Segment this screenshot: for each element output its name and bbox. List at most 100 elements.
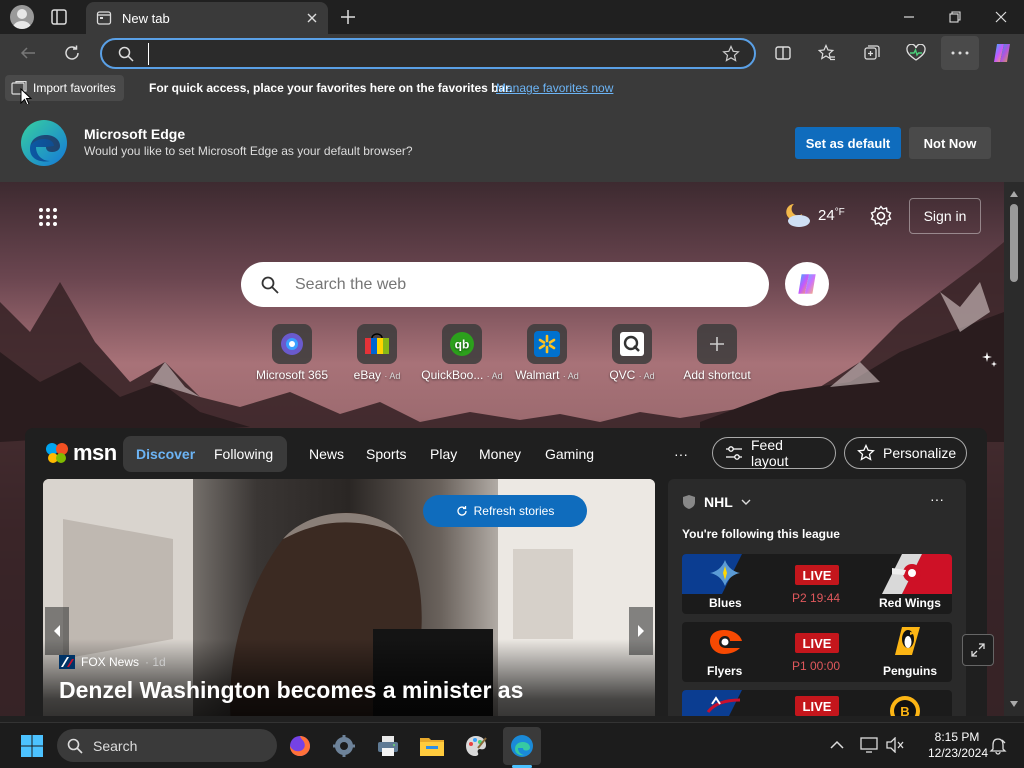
settings-gear-taskbar-icon[interactable] <box>327 729 361 763</box>
game-blues-vs-red-wings[interactable]: Blues LIVE P2 19:44 Red Wings <box>682 554 952 614</box>
quick-link-label: eBay <box>353 368 381 382</box>
nhl-more-options-button[interactable]: ··· <box>930 491 944 507</box>
nav-gaming[interactable]: Gaming <box>545 446 594 462</box>
quickbooks-icon: qb <box>442 324 482 364</box>
copilot-icon[interactable] <box>987 38 1017 68</box>
penguins-logo-icon <box>890 625 924 657</box>
nav-play[interactable]: Play <box>430 446 457 462</box>
web-search-box[interactable] <box>241 262 769 307</box>
collections-icon[interactable] <box>857 38 887 68</box>
back-arrow-icon[interactable] <box>13 38 43 68</box>
nav-sports[interactable]: Sports <box>366 446 406 462</box>
import-favorites-label: Import favorites <box>33 81 116 95</box>
favorite-star-icon[interactable] <box>722 45 740 63</box>
refresh-stories-button[interactable]: Refresh stories <box>423 495 587 527</box>
start-windows-icon[interactable] <box>15 729 49 763</box>
web-search-input[interactable] <box>295 275 715 294</box>
quick-link-microsoft-365[interactable]: Microsoft 365 <box>247 324 337 382</box>
web-search-icon <box>261 276 279 294</box>
address-bar[interactable] <box>100 38 756 69</box>
game-flyers-vs-penguins[interactable]: Flyers LIVE P1 00:00 Penguins <box>682 622 952 682</box>
printer-app-icon[interactable] <box>371 729 405 763</box>
blues-logo-icon <box>708 558 742 588</box>
profile-avatar[interactable] <box>10 5 34 29</box>
minimize-button[interactable] <box>886 0 932 34</box>
page-scrollbar[interactable] <box>1004 182 1024 716</box>
red-wings-logo-icon <box>890 558 928 588</box>
tab-following[interactable]: Following <box>214 446 273 462</box>
volume-muted-icon[interactable] <box>886 737 904 753</box>
scroll-down-icon[interactable] <box>1009 700 1019 708</box>
away-team-name: Penguins <box>883 664 938 678</box>
chevron-down-icon <box>741 499 751 505</box>
taskbar-search-label: Search <box>93 737 138 754</box>
network-display-icon[interactable] <box>860 737 878 753</box>
nhl-subtitle: You're following this league <box>682 527 840 541</box>
edge-taskbar-icon[interactable] <box>503 727 541 765</box>
quick-link-qvc[interactable]: QVC · Ad <box>587 324 677 382</box>
clock-time[interactable]: 8:15 PM <box>932 730 982 744</box>
expand-icon[interactable] <box>962 634 994 666</box>
address-input[interactable] <box>148 43 708 65</box>
default-browser-banner: Microsoft Edge Would you like to set Mic… <box>0 104 1024 182</box>
quick-link-ebay[interactable]: eBay · Ad <box>332 324 422 382</box>
home-team-name: Blues <box>709 596 742 610</box>
close-window-button[interactable] <box>978 0 1024 34</box>
hero-source-name: FOX News <box>81 655 140 669</box>
paint-app-icon[interactable] <box>459 729 493 763</box>
settings-more-button[interactable] <box>941 36 979 70</box>
sign-in-button[interactable]: Sign in <box>909 198 981 234</box>
file-explorer-icon[interactable] <box>415 729 449 763</box>
svg-text:qb: qb <box>455 338 470 352</box>
hero-headline[interactable]: Denzel Washington becomes a minister as <box>59 677 523 704</box>
sparkle-icon[interactable] <box>982 352 998 370</box>
live-badge: LIVE <box>795 696 839 716</box>
hero-source-row: FOX News · 1d <box>59 655 166 669</box>
home-team-name: Flyers <box>707 664 743 678</box>
quick-link-walmart[interactable]: Walmart · Ad <box>502 324 592 382</box>
feed-layout-button[interactable]: Feed layout <box>712 437 836 469</box>
add-shortcut-button[interactable]: Add shortcut <box>672 324 762 382</box>
manage-favorites-link[interactable]: Manage favorites now <box>496 81 613 95</box>
personalize-star-icon <box>857 444 875 462</box>
not-now-button[interactable]: Not Now <box>909 127 991 159</box>
weather-widget[interactable]: 24°F <box>784 202 845 228</box>
copilot-search-button[interactable] <box>785 262 829 306</box>
nav-money[interactable]: Money <box>479 446 521 462</box>
personalize-button[interactable]: Personalize <box>844 437 967 469</box>
firefox-icon[interactable] <box>283 729 317 763</box>
new-tab-plus-icon[interactable] <box>339 8 357 26</box>
refresh-icon[interactable] <box>57 38 87 68</box>
browser-essentials-icon[interactable] <box>901 38 931 68</box>
quick-link-quickbooks[interactable]: qb QuickBoo... · Ad <box>417 324 507 382</box>
quick-link-label: Add shortcut <box>683 368 751 382</box>
taskbar-search-box[interactable]: Search <box>57 729 277 762</box>
favorites-icon[interactable] <box>812 38 842 68</box>
tab-discover[interactable]: Discover <box>136 446 195 462</box>
tab-new-tab[interactable]: New tab <box>86 2 328 34</box>
split-screen-icon[interactable] <box>768 38 798 68</box>
page-settings-gear-icon[interactable] <box>870 205 892 227</box>
apps-launcher-icon[interactable] <box>38 207 58 227</box>
set-as-default-button[interactable]: Set as default <box>795 127 901 159</box>
msn-logo[interactable]: msn <box>45 440 117 466</box>
weather-unit: °F <box>834 206 845 218</box>
restore-button[interactable] <box>932 0 978 34</box>
scroll-up-icon[interactable] <box>1009 190 1019 198</box>
hero-story-card[interactable]: Refresh stories FOX News · 1d Denzel Was… <box>43 479 655 716</box>
nhl-header[interactable]: NHL <box>682 494 751 510</box>
away-team-name: Red Wings <box>879 596 941 610</box>
nav-more-button[interactable]: ··· <box>674 446 688 462</box>
fox-news-logo-icon <box>59 655 75 669</box>
nav-news[interactable]: News <box>309 446 344 462</box>
tab-actions-icon[interactable] <box>50 8 68 26</box>
show-hidden-icons-chevron-icon[interactable] <box>830 740 844 750</box>
game-3-card[interactable]: LIVE B <box>682 690 952 716</box>
scroll-thumb[interactable] <box>1010 204 1018 282</box>
close-tab-icon[interactable] <box>306 12 318 24</box>
notifications-bell-icon[interactable] <box>989 737 1007 755</box>
capitals-logo-icon <box>706 694 744 714</box>
clock-date[interactable]: 12/23/2024 <box>918 746 998 760</box>
svg-text:B: B <box>900 704 909 716</box>
quick-link-label: Walmart <box>515 368 560 382</box>
